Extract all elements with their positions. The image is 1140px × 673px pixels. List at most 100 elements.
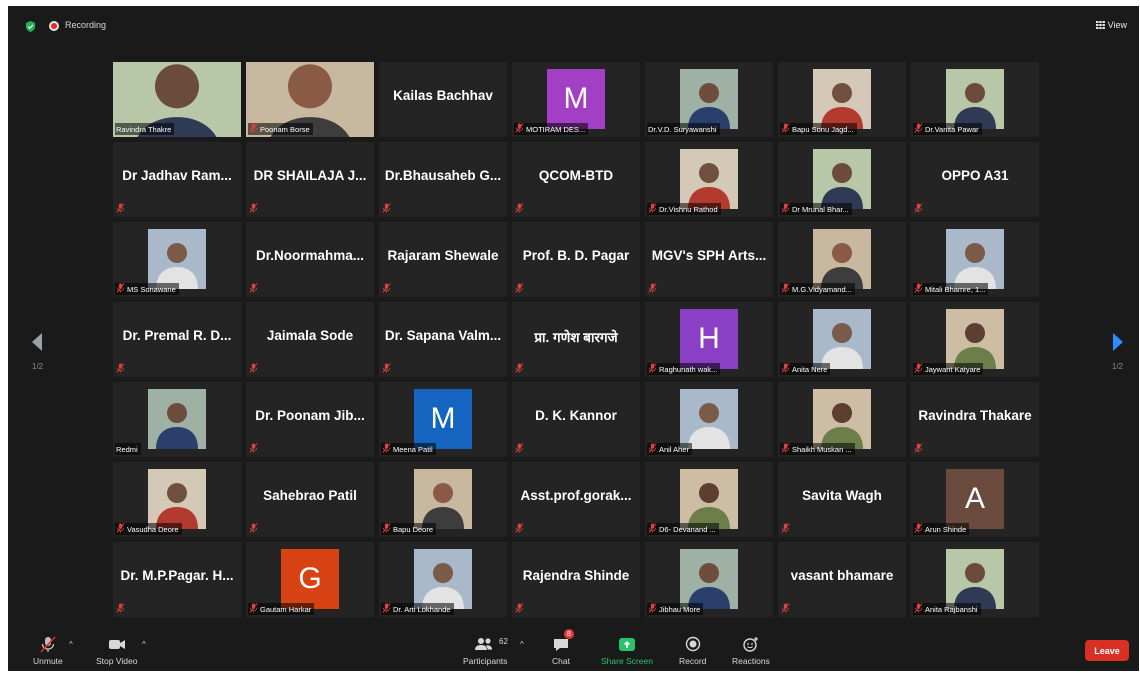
participant-label: Dr.Vanita Pawar — [913, 123, 982, 135]
participant-label — [115, 363, 128, 375]
participant-tile[interactable]: Ravindra Thakre — [113, 62, 241, 137]
previous-page-arrow-icon[interactable] — [30, 332, 44, 352]
participant-name: Dr. Poonam Jib... — [255, 408, 365, 423]
participant-tile[interactable]: Rajaram Shewale — [379, 222, 507, 297]
muted-microphone-icon — [116, 363, 125, 375]
muted-microphone-icon — [116, 283, 125, 295]
participant-tile[interactable]: vasant bhamare — [778, 542, 906, 617]
participant-label-text: Vasudha Deore — [127, 524, 179, 534]
reactions-button[interactable]: Reactions — [732, 636, 770, 666]
muted-microphone-icon — [515, 363, 524, 375]
participant-avatar: M — [414, 389, 472, 449]
participants-options-caret-icon[interactable]: ^ — [520, 640, 524, 649]
participant-tile[interactable]: Bapu Sonu Jagd... — [778, 62, 906, 137]
next-page-arrow-icon[interactable] — [1111, 332, 1125, 352]
participant-tile[interactable]: Savita Wagh — [778, 462, 906, 537]
record-button[interactable]: Record — [679, 636, 706, 666]
participant-tile[interactable]: M MOTIRAM DES... — [512, 62, 640, 137]
audio-options-caret-icon[interactable]: ^ — [69, 640, 73, 649]
participant-tile[interactable]: प्रा. गणेश बारगजे — [512, 302, 640, 377]
participant-label — [115, 603, 128, 615]
view-button[interactable]: View — [1095, 20, 1127, 30]
record-icon — [685, 636, 700, 652]
participant-label-text: Ravindra Thakre — [116, 124, 172, 134]
participant-tile[interactable]: A Arun Shinde — [911, 462, 1039, 537]
participant-tile[interactable]: Dr Jadhav Ram... — [113, 142, 241, 217]
unmute-button[interactable]: Unmute — [33, 636, 63, 666]
participant-tile[interactable]: Jibhau More — [645, 542, 773, 617]
participant-tile[interactable]: M Meena Patil — [379, 382, 507, 457]
participant-tile[interactable]: Dr. Arti Lokhande — [379, 542, 507, 617]
participant-tile[interactable]: Anil Aher — [645, 382, 773, 457]
participant-tile[interactable]: D. K. Kannor — [512, 382, 640, 457]
participant-tile[interactable]: MS Sonawane — [113, 222, 241, 297]
participant-tile[interactable]: Dr. Poonam Jib... — [246, 382, 374, 457]
participant-tile[interactable]: Dr.Vanita Pawar — [911, 62, 1039, 137]
participant-tile[interactable]: Dr. Premal R. D... — [113, 302, 241, 377]
participant-tile[interactable]: Dr. Sapana Valm... — [379, 302, 507, 377]
participant-photo — [414, 469, 472, 529]
video-options-caret-icon[interactable]: ^ — [142, 640, 146, 649]
leave-button[interactable]: Leave — [1085, 640, 1129, 661]
participant-tile[interactable]: Dr.Noormahma... — [246, 222, 374, 297]
participant-photo — [680, 549, 738, 609]
participant-tile[interactable]: G Gautam Harkar — [246, 542, 374, 617]
unmute-label: Unmute — [33, 656, 63, 666]
participant-tile[interactable]: M.G.Vidyamand... — [778, 222, 906, 297]
participant-tile[interactable]: Jaywant Katyare — [911, 302, 1039, 377]
participant-label-text: Mitali Bhamre, 1... — [925, 284, 986, 294]
encryption-shield-icon[interactable] — [25, 21, 36, 32]
muted-microphone-icon — [249, 123, 258, 135]
participant-label-text: MOTIRAM DES... — [526, 124, 586, 134]
stop-video-button[interactable]: Stop Video — [96, 636, 137, 666]
participant-label-text: Bapu Deore — [393, 524, 434, 534]
participant-tile[interactable]: Rajendra Shinde — [512, 542, 640, 617]
participant-tile[interactable]: Vasudha Deore — [113, 462, 241, 537]
chat-button[interactable]: Chat — [552, 636, 570, 666]
muted-microphone-icon — [515, 443, 524, 455]
participant-tile[interactable]: Ravindra Thakare — [911, 382, 1039, 457]
participant-tile[interactable]: Anita Nere — [778, 302, 906, 377]
top-bar: Recording View — [8, 6, 1139, 46]
share-screen-icon — [618, 638, 635, 651]
participant-tile[interactable]: Shaikh Muskan ... — [778, 382, 906, 457]
participant-label-text: MS Sonawane — [127, 284, 176, 294]
muted-microphone-icon — [249, 363, 258, 375]
stop-video-label: Stop Video — [96, 656, 138, 666]
participant-label — [514, 363, 527, 375]
participant-tile[interactable]: Dr.Bhausaheb G... — [379, 142, 507, 217]
participant-tile[interactable]: DR SHAILAJA J... — [246, 142, 374, 217]
participant-tile[interactable]: Asst.prof.gorak... — [512, 462, 640, 537]
participant-tile[interactable]: H Raghunath wak... — [645, 302, 773, 377]
participant-label-text: Shaikh Muskan ... — [792, 444, 852, 454]
participant-tile[interactable]: Sahebrao Patil — [246, 462, 374, 537]
participant-tile[interactable]: OPPO A31 — [911, 142, 1039, 217]
participant-tile[interactable]: Dr Mrunal Bhar... — [778, 142, 906, 217]
participant-tile[interactable]: QCOM-BTD — [512, 142, 640, 217]
participant-tile[interactable]: Anita Rajbanshi — [911, 542, 1039, 617]
muted-microphone-icon — [914, 203, 923, 215]
participant-photo — [813, 69, 871, 129]
participant-label — [514, 203, 527, 215]
participant-tile[interactable]: Dr. M.P.Pagar. H... — [113, 542, 241, 617]
participant-tile[interactable]: D6- Devanand ... — [645, 462, 773, 537]
participant-tile[interactable]: Poonam Borse — [246, 62, 374, 137]
participant-tile[interactable]: Mitali Bhamre, 1... — [911, 222, 1039, 297]
participant-name: Rajaram Shewale — [387, 248, 499, 263]
participant-tile[interactable]: Dr.Vishnu Rathod — [645, 142, 773, 217]
participant-tile[interactable]: Kailas Bachhav — [379, 62, 507, 137]
share-screen-button[interactable]: Share Screen — [601, 636, 653, 666]
participant-tile[interactable]: Redmi — [113, 382, 241, 457]
participant-avatar: G — [281, 549, 339, 609]
participant-label-text: Poonam Borse — [260, 124, 310, 134]
recording-label[interactable]: Recording — [65, 20, 106, 30]
muted-microphone-icon — [382, 363, 391, 375]
participant-tile[interactable]: Prof. B. D. Pagar — [512, 222, 640, 297]
participant-tile[interactable]: Bapu Deore — [379, 462, 507, 537]
participant-tile[interactable]: MGV's SPH Arts... — [645, 222, 773, 297]
participant-tile[interactable]: Dr.V.D. Suryawanshi — [645, 62, 773, 137]
participant-photo — [680, 389, 738, 449]
participant-label-text: Dr.Vanita Pawar — [925, 124, 979, 134]
participant-tile[interactable]: Jaimala Sode — [246, 302, 374, 377]
muted-microphone-icon — [648, 603, 657, 615]
